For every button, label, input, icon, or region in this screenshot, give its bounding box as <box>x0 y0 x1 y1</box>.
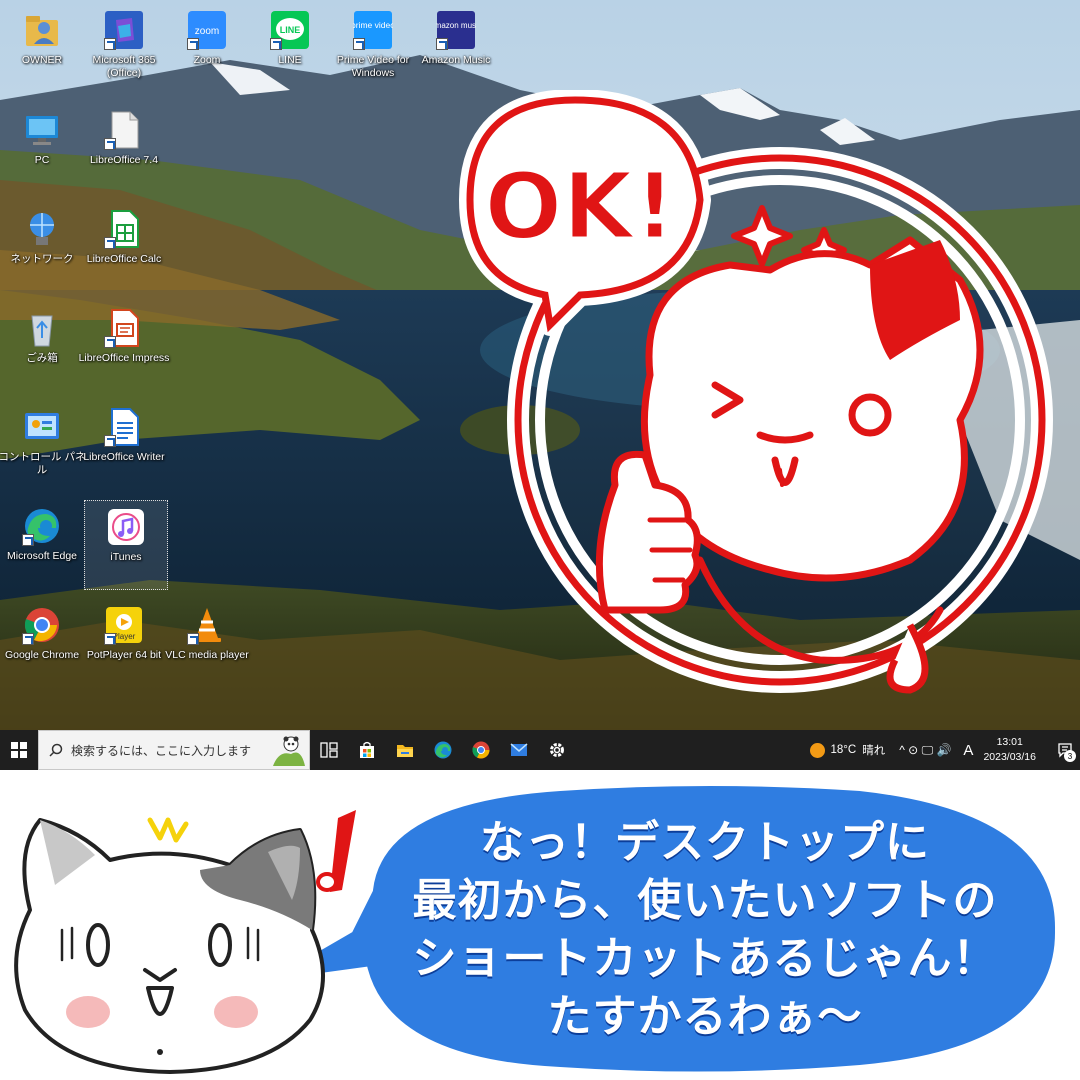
network-icon <box>22 209 62 249</box>
desktop-icon-libreoffice[interactable]: LibreOffice 7.4 <box>82 104 166 194</box>
clock-time: 13:01 <box>996 736 1023 748</box>
svg-text:LINE: LINE <box>280 25 301 35</box>
desktop-icon-libreoffice-impress[interactable]: LibreOffice Impress <box>79 302 169 392</box>
svg-text:Player: Player <box>113 632 136 641</box>
potplayer-icon: Player <box>104 605 144 645</box>
taskbar-edge[interactable] <box>424 730 462 770</box>
edge-icon <box>434 741 452 759</box>
desktop-icon-zoom[interactable]: zoom Zoom <box>165 4 249 94</box>
system-tray: 18°C 晴れ ^ ⊙ 🖵 🔊 A 13:01 2023/03/16 3 <box>809 730 1080 770</box>
desktop-icon-control-panel[interactable]: コントロール パネル <box>0 401 85 491</box>
chrome-icon <box>22 605 62 645</box>
mail-icon <box>510 743 528 756</box>
desktop-icon-vlc[interactable]: VLC media player <box>165 599 249 689</box>
surprised-cat-face <box>14 817 325 1074</box>
desktop-icon-owner[interactable]: OWNER <box>0 4 84 94</box>
desktop-icon-prime-video[interactable]: prime video Prime Video for Windows <box>331 4 415 94</box>
clock-date: 2023/03/16 <box>983 751 1036 763</box>
desktop-icon-microsoft-365[interactable]: Microsoft 365 (Office) <box>82 4 166 94</box>
desktop-icon-potplayer[interactable]: Player PotPlayer 64 bit <box>82 599 166 689</box>
taskbar-clock[interactable]: 13:01 2023/03/16 <box>983 735 1036 765</box>
microsoft-365-icon <box>104 10 144 50</box>
taskbar-search-box[interactable]: 検索するには、ここに入力します <box>38 730 310 770</box>
desktop-icon-line[interactable]: LINE LINE <box>248 4 332 94</box>
pc-icon <box>22 110 62 150</box>
store-icon <box>360 741 374 758</box>
libreoffice-writer-icon <box>104 407 144 447</box>
libreoffice-impress-icon <box>104 308 144 348</box>
desktop-icon-itunes[interactable]: iTunes <box>84 500 168 590</box>
desktop-icon-google-chrome[interactable]: Google Chrome <box>0 599 84 689</box>
libreoffice-calc-icon <box>104 209 144 249</box>
amazon-music-icon: amazon music <box>436 10 476 50</box>
search-highlight-panda-icon <box>273 736 305 766</box>
weather-widget[interactable]: 18°C 晴れ <box>809 742 886 758</box>
line-icon: LINE <box>270 10 310 50</box>
tray-system-icons[interactable]: ^ ⊙ 🖵 🔊 <box>899 743 951 758</box>
desktop-icon-libreoffice-calc[interactable]: LibreOffice Calc <box>82 203 166 293</box>
weather-temperature: 18°C <box>830 744 857 756</box>
libreoffice-icon <box>104 110 144 150</box>
desktop-icon-network[interactable]: ネットワーク <box>0 203 84 293</box>
file-explorer-icon <box>397 745 413 757</box>
settings-icon <box>550 743 564 757</box>
vlc-icon <box>187 605 227 645</box>
taskbar-task-view[interactable] <box>310 730 348 770</box>
stamp-ok-text: OK! <box>484 153 675 260</box>
commentary-banner: なっ！デスクトップに 最初から、使いたいソフトの ショートカットあるじゃん！ た… <box>0 770 1080 1080</box>
desktop[interactable]: OWNER Microsoft 365 (Office) zoom Zoom L… <box>0 0 1080 730</box>
speech-line-3: ショートカットあるじゃん！ <box>412 933 998 984</box>
zoom-icon: zoom <box>187 10 227 50</box>
search-placeholder: 検索するには、ここに入力します <box>71 743 252 758</box>
speech-line-2: 最初から、使いたいソフトの <box>412 875 998 926</box>
speech-bubble-text: なっ！デスクトップに 最初から、使いたいソフトの ショートカットあるじゃん！ た… <box>360 814 1050 1046</box>
svg-text:amazon music: amazon music <box>436 21 476 30</box>
taskbar-chrome[interactable] <box>462 730 500 770</box>
desktop-icon-recycle-bin[interactable]: ごみ箱 <box>0 302 84 392</box>
recycle-bin-icon <box>22 308 62 348</box>
taskbar-settings[interactable] <box>538 730 576 770</box>
prime-video-glyph-text: prime video <box>353 20 393 30</box>
edge-icon <box>22 506 62 546</box>
desktop-icon-pc[interactable]: PC <box>0 104 84 194</box>
task-view-icon <box>320 742 338 758</box>
speech-line-4: たすかるわぁ〜 <box>547 991 863 1042</box>
desktop-icon-libreoffice-writer[interactable]: LibreOffice Writer <box>82 401 166 491</box>
taskbar-file-explorer[interactable] <box>386 730 424 770</box>
desktop-icon-amazon-music[interactable]: amazon music Amazon Music <box>414 4 498 94</box>
windows-logo-icon <box>11 742 27 758</box>
taskbar-mail[interactable] <box>500 730 538 770</box>
ok-stamp-illustration: OK! <box>459 90 1053 694</box>
search-icon <box>49 743 63 757</box>
prime-video-icon: prime video <box>353 10 393 50</box>
start-button[interactable] <box>0 730 38 770</box>
notification-center-button[interactable]: 3 <box>1050 730 1080 770</box>
itunes-icon <box>106 507 146 547</box>
svg-text:zoom: zoom <box>195 26 219 37</box>
speech-line-1: なっ！デスクトップに <box>480 817 930 868</box>
taskbar-store[interactable] <box>348 730 386 770</box>
notification-count-badge: 3 <box>1064 750 1076 762</box>
control-panel-icon <box>22 407 62 447</box>
sunny-weather-icon <box>809 742 825 758</box>
user-folder-icon <box>22 10 62 50</box>
taskbar: 検索するには、ここに入力します 18°C 晴れ ^ ⊙ 🖵 🔊 A 13:01 … <box>0 730 1080 770</box>
weather-condition: 晴れ <box>862 745 886 757</box>
ime-indicator[interactable]: A <box>963 742 973 759</box>
chrome-icon <box>472 741 490 759</box>
desktop-icon-microsoft-edge[interactable]: Microsoft Edge <box>0 500 84 590</box>
